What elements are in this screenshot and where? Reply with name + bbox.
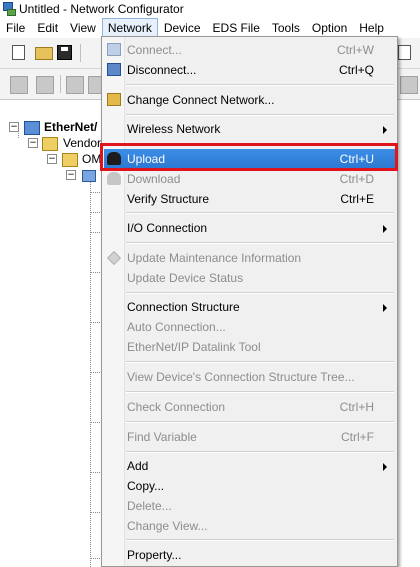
open-folder-icon[interactable] xyxy=(35,47,53,60)
menu-item-connection-structure[interactable]: Connection Structure xyxy=(104,297,395,317)
menu-separator xyxy=(126,114,394,116)
menu-item-download[interactable]: Download Ctrl+D xyxy=(104,169,395,189)
menu-item-verify-structure[interactable]: Verify Structure Ctrl+E xyxy=(104,189,395,209)
vendor-folder-icon xyxy=(62,153,78,167)
menu-item-change-connect-network[interactable]: Change Connect Network... xyxy=(104,90,395,110)
submenu-arrow-icon xyxy=(383,225,387,233)
menu-separator xyxy=(126,451,394,453)
monitor-icon[interactable] xyxy=(400,76,418,94)
menu-item-change-view[interactable]: Change View... xyxy=(104,516,395,536)
window-title: Untitled - Network Configurator xyxy=(19,2,184,16)
submenu-arrow-icon xyxy=(383,463,387,471)
collapse-icon[interactable]: − xyxy=(47,154,57,164)
menu-item-auto-connection[interactable]: Auto Connection... xyxy=(104,317,395,337)
device-icon xyxy=(82,170,96,182)
menu-eds-file[interactable]: EDS File xyxy=(207,18,266,38)
toolbar-separator xyxy=(60,75,61,93)
menu-item-update-maintenance[interactable]: Update Maintenance Information xyxy=(104,248,395,268)
disconnect-icon xyxy=(107,63,121,76)
menu-item-io-connection[interactable]: I/O Connection xyxy=(104,218,395,238)
ethernet-network-icon xyxy=(24,121,40,135)
menu-item-view-connection-tree[interactable]: View Device's Connection Structure Tree.… xyxy=(104,367,395,387)
menu-tools[interactable]: Tools xyxy=(266,18,306,38)
upload-callout-box xyxy=(100,143,398,171)
menu-help[interactable]: Help xyxy=(353,18,390,38)
menu-option[interactable]: Option xyxy=(306,18,353,38)
tree-line xyxy=(90,192,100,193)
tree-line xyxy=(90,272,100,273)
title-bar: Untitled - Network Configurator xyxy=(0,0,420,18)
tree-line xyxy=(90,472,100,473)
menu-item-check-connection[interactable]: Check Connection Ctrl+H xyxy=(104,397,395,417)
menu-separator xyxy=(126,391,394,393)
menu-separator xyxy=(126,361,394,363)
tree-line xyxy=(90,182,91,567)
collapse-icon[interactable]: − xyxy=(66,170,76,180)
vendor-folder-icon xyxy=(42,137,58,151)
menu-separator xyxy=(126,242,394,244)
menu-separator xyxy=(126,84,394,86)
download-icon xyxy=(107,172,121,185)
menu-device[interactable]: Device xyxy=(158,18,207,38)
network-configurator-icon xyxy=(2,2,16,16)
connect-icon[interactable] xyxy=(10,76,28,94)
tree-line xyxy=(90,422,100,423)
tree-line xyxy=(90,212,100,213)
submenu-arrow-icon xyxy=(383,304,387,312)
menu-item-copy[interactable]: Copy... xyxy=(104,476,395,496)
menu-network[interactable]: Network xyxy=(101,18,158,38)
tree-line xyxy=(90,232,100,233)
menu-file[interactable]: File xyxy=(0,18,31,38)
change-network-icon xyxy=(107,93,121,106)
tree-node-device[interactable]: OM xyxy=(82,152,101,166)
upload-toolbar-icon[interactable] xyxy=(66,76,84,94)
submenu-arrow-icon xyxy=(383,126,387,134)
menu-separator xyxy=(126,292,394,294)
connect-icon xyxy=(107,43,121,56)
maintenance-icon xyxy=(106,250,122,266)
menu-item-update-device-status[interactable]: Update Device Status xyxy=(104,268,395,288)
menu-edit[interactable]: Edit xyxy=(31,18,64,38)
menu-item-wireless-network[interactable]: Wireless Network xyxy=(104,119,395,139)
menu-item-disconnect[interactable]: Disconnect... Ctrl+Q xyxy=(104,60,395,80)
tree-line xyxy=(90,512,100,513)
disconnect-icon[interactable] xyxy=(36,76,54,94)
toolbar-separator xyxy=(80,44,81,62)
tree-node-vendor[interactable]: Vendor xyxy=(63,136,101,150)
menu-separator xyxy=(126,212,394,214)
new-file-icon[interactable] xyxy=(12,45,25,60)
menu-item-property[interactable]: Property... xyxy=(104,545,395,565)
menu-separator xyxy=(126,539,394,541)
network-menu-dropdown: Connect... Ctrl+W Disconnect... Ctrl+Q C… xyxy=(101,36,398,567)
menu-separator xyxy=(126,421,394,423)
tree-line xyxy=(90,558,100,559)
collapse-icon[interactable]: − xyxy=(9,122,19,132)
collapse-icon[interactable]: − xyxy=(28,138,38,148)
menu-item-find-variable[interactable]: Find Variable Ctrl+F xyxy=(104,427,395,447)
menu-item-delete[interactable]: Delete... xyxy=(104,496,395,516)
tree-line xyxy=(90,372,100,373)
tree-line xyxy=(90,322,100,323)
tree-node-ethernet[interactable]: EtherNet/ xyxy=(44,120,97,134)
menu-view[interactable]: View xyxy=(64,18,102,38)
menu-item-connect[interactable]: Connect... Ctrl+W xyxy=(104,40,395,60)
menu-item-add[interactable]: Add xyxy=(104,456,395,476)
save-icon[interactable] xyxy=(57,45,72,60)
page-icon[interactable] xyxy=(398,45,411,60)
menu-item-datalink-tool[interactable]: EtherNet/IP Datalink Tool xyxy=(104,337,395,357)
